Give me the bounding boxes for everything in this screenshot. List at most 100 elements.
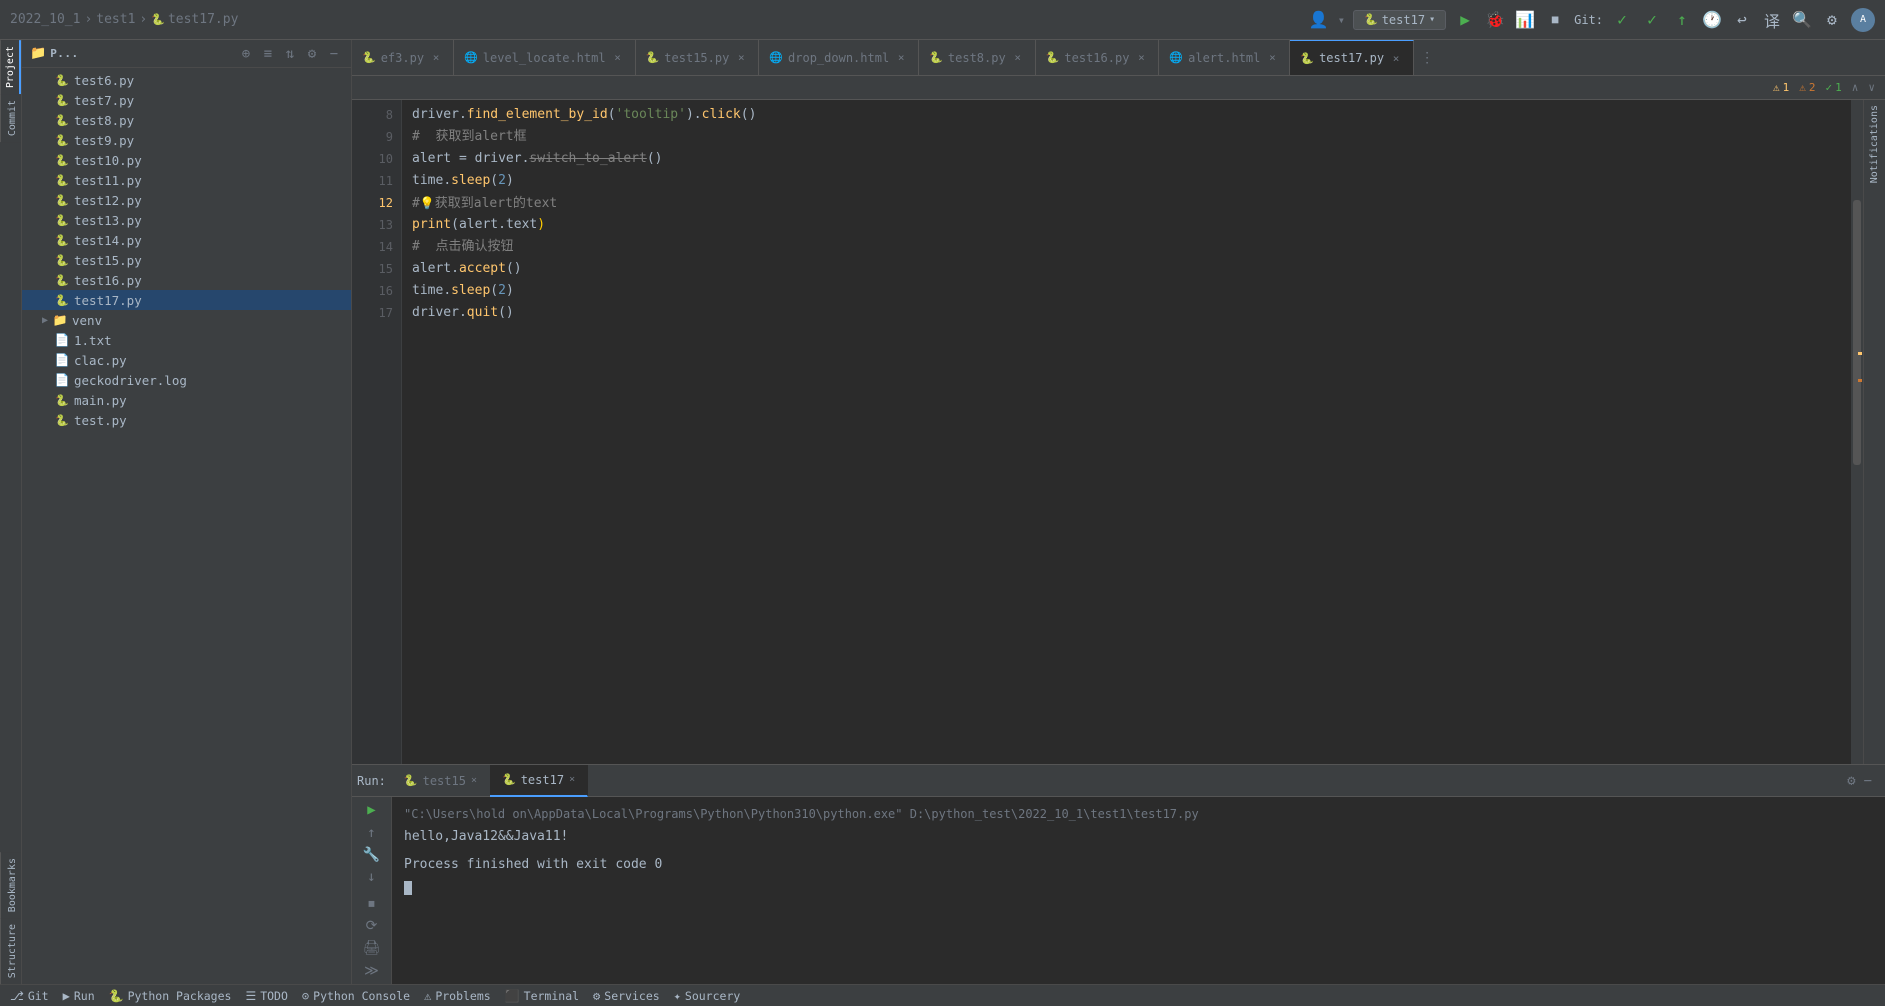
tree-item-test15[interactable]: 🐍 test15.py [22,250,351,270]
tree-item-test12[interactable]: 🐍 test12.py [22,190,351,210]
bottom-tab-test17[interactable]: 🐍 test17 × [490,765,588,797]
tab-close-test16[interactable]: × [1134,51,1148,65]
tab-close-alert-html[interactable]: × [1265,51,1279,65]
gear-icon[interactable]: ⚙ [303,45,321,63]
settings-bottom-icon[interactable]: ⚙ [1847,773,1855,789]
status-problems[interactable]: ⚠ Problems [418,985,497,1006]
tree-item-test17[interactable]: 🐍 test17.py [22,290,351,310]
editor-scrollbar[interactable] [1851,100,1863,764]
code-editor[interactable]: 8 9 10 11 12 13 14 15 16 17 drive [352,100,1863,764]
tab-close-level[interactable]: × [611,51,625,65]
bottom-tab-test15[interactable]: 🐍 test15 × [392,765,490,797]
breadcrumb-part1[interactable]: 2022_10_1 [10,12,80,27]
tree-item-clac[interactable]: 📄 clac.py [22,350,351,370]
collapse-all-icon[interactable]: ≡ [259,45,277,63]
more-tabs-icon[interactable]: ⋮ [1414,50,1440,66]
tree-item-1txt[interactable]: 📄 1.txt [22,330,351,350]
run-button[interactable]: ▶ [1454,9,1476,31]
activity-bar: Project Commit Bookmarks Structure [0,40,22,984]
git-push-icon[interactable]: ↑ [1671,9,1693,31]
run-print-icon[interactable]: 🖨 [360,939,384,957]
tab-test8[interactable]: 🐍 test8.py × [919,40,1036,76]
scrollbar-thumb[interactable] [1853,200,1861,466]
error-badge[interactable]: ⚠ 2 [1799,81,1815,94]
run-output-text[interactable]: "C:\Users\hold on\AppData\Local\Programs… [392,797,1885,984]
breadcrumb-part2[interactable]: test1 [96,12,135,27]
tab-test16[interactable]: 🐍 test16.py × [1036,40,1160,76]
activity-structure[interactable]: Structure [0,918,21,984]
ok-badge[interactable]: ✓ 1 [1826,81,1842,94]
run-wrench-icon[interactable]: 🔧 [360,846,384,864]
tab-ef3[interactable]: 🐍 ef3.py × [352,40,454,76]
status-python-packages[interactable]: 🐍 Python Packages [103,985,238,1006]
tree-item-test7[interactable]: 🐍 test7.py [22,90,351,110]
tree-item-test16[interactable]: 🐍 test16.py [22,270,351,290]
translate-icon[interactable]: 译 [1761,9,1783,31]
coverage-icon[interactable]: 📊 [1514,9,1536,31]
notifications-label[interactable]: Notifications [1869,105,1880,183]
tab-close-test17[interactable]: × [1389,51,1403,65]
status-services[interactable]: ⚙ Services [587,985,666,1006]
locate-icon[interactable]: ⊕ [237,45,255,63]
tree-item-venv[interactable]: ▶ 📁 venv [22,310,351,330]
status-python-console[interactable]: ⊙ Python Console [296,985,416,1006]
tab-close-test15[interactable]: × [734,51,748,65]
run-stop-icon[interactable]: ⏹ [360,895,384,913]
status-git[interactable]: ⎇ Git [4,985,55,1006]
run-config-dropdown[interactable]: 🐍 test17 ▾ [1353,10,1446,30]
tree-item-test9[interactable]: 🐍 test9.py [22,130,351,150]
status-run[interactable]: ▶ Run [57,985,101,1006]
folder-icon: 📁 [30,46,46,61]
run-more-icon[interactable]: ≫ [360,962,384,980]
tab-test15[interactable]: 🐍 test15.py × [636,40,760,76]
collapse-warnings-icon[interactable]: ∨ [1868,81,1875,94]
activity-commit[interactable]: Commit [0,94,21,142]
expand-warnings-icon[interactable]: ∧ [1852,81,1859,94]
tab-close-ef3[interactable]: × [429,51,443,65]
tree-item-test6[interactable]: 🐍 test6.py [22,70,351,90]
minimize-bottom-icon[interactable]: − [1864,773,1872,789]
tab-close-dropdown[interactable]: × [894,51,908,65]
status-todo[interactable]: ☰ TODO [239,985,293,1006]
run-rerun-icon[interactable]: ⟳ [360,917,384,935]
code-line-10: alert = driver.switch_to_alert() [412,148,1841,170]
git-clock-icon[interactable]: 🕐 [1701,9,1723,31]
debug-icon[interactable]: 🐞 [1484,9,1506,31]
git-check1-icon[interactable]: ✓ [1611,9,1633,31]
code-line-8: driver.find_element_by_id('tooltip').cli… [412,104,1841,126]
tree-item-test13[interactable]: 🐍 test13.py [22,210,351,230]
expand-icon[interactable]: ⇅ [281,45,299,63]
status-terminal[interactable]: ⬛ Terminal [499,985,585,1006]
code-content[interactable]: driver.find_element_by_id('tooltip').cli… [402,100,1851,764]
user-icon[interactable]: 👤 [1308,9,1330,31]
undo-icon[interactable]: ↩ [1731,9,1753,31]
tab-alert-html[interactable]: 🌐 alert.html × [1159,40,1290,76]
stop-icon[interactable]: ⏹ [1544,9,1566,31]
tree-item-test[interactable]: 🐍 test.py [22,410,351,430]
close-tab-test15[interactable]: × [471,775,477,786]
status-sourcery[interactable]: ✦ Sourcery [668,985,747,1006]
tab-test17[interactable]: 🐍 test17.py × [1290,40,1414,76]
tree-item-test11[interactable]: 🐍 test11.py [22,170,351,190]
tree-item-main[interactable]: 🐍 main.py [22,390,351,410]
tab-level-locate[interactable]: 🌐 level_locate.html × [454,40,636,76]
git-check2-icon[interactable]: ✓ [1641,9,1663,31]
run-down-icon[interactable]: ↓ [360,868,384,886]
activity-project[interactable]: Project [0,40,21,94]
close-panel-icon[interactable]: − [325,45,343,63]
search-icon[interactable]: 🔍 [1791,9,1813,31]
activity-bookmarks[interactable]: Bookmarks [0,852,21,918]
close-tab-test17[interactable]: × [569,774,575,785]
line-numbers: 8 9 10 11 12 13 14 15 16 17 [352,100,402,764]
avatar-icon[interactable]: A [1851,8,1875,32]
tree-item-test14[interactable]: 🐍 test14.py [22,230,351,250]
tree-item-test10[interactable]: 🐍 test10.py [22,150,351,170]
tab-close-test8[interactable]: × [1011,51,1025,65]
settings-icon[interactable]: ⚙ [1821,9,1843,31]
tree-item-test8[interactable]: 🐍 test8.py [22,110,351,130]
warning-badge[interactable]: ⚠ 1 [1773,81,1789,94]
tree-item-geckodriver[interactable]: 📄 geckodriver.log [22,370,351,390]
tab-dropdown[interactable]: 🌐 drop_down.html × [759,40,919,76]
run-up-icon[interactable]: ↑ [360,823,384,841]
run-play-icon[interactable]: ▶ [360,801,384,819]
